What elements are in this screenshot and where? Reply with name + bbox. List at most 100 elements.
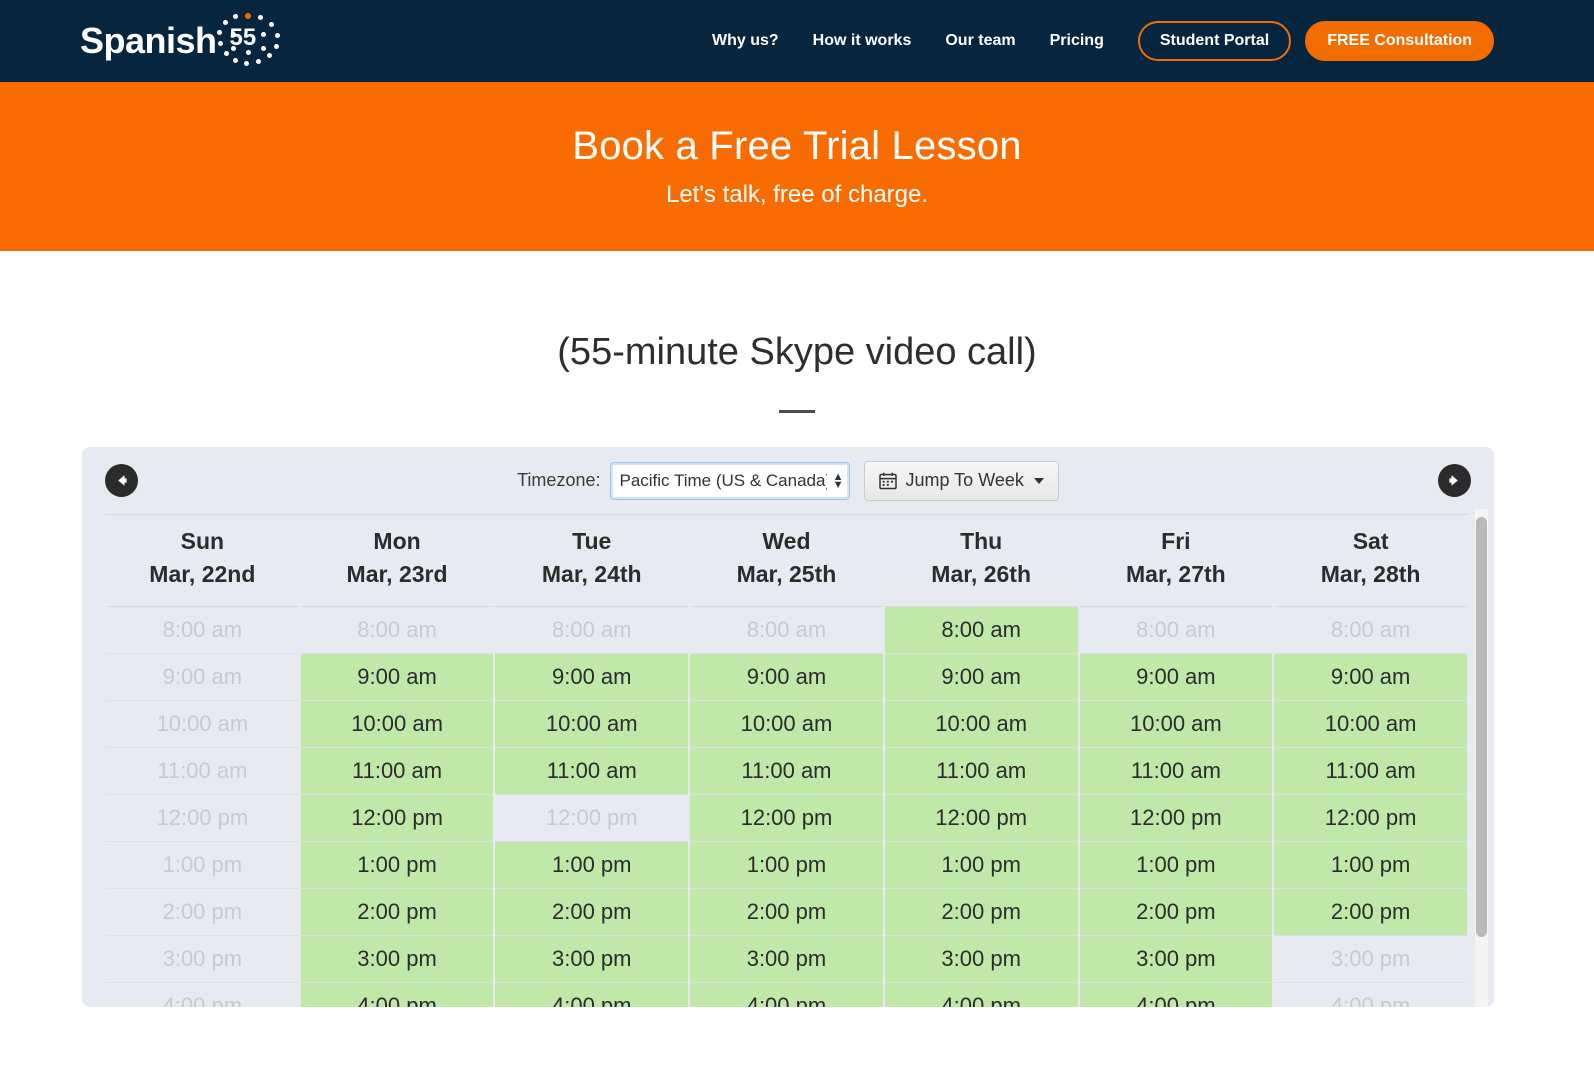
- nav-link-how-it-works[interactable]: How it works: [813, 32, 912, 50]
- logo-wordmark: Spanish: [80, 20, 217, 61]
- hero-banner: Book a Free Trial Lesson Let's talk, fre…: [0, 82, 1594, 251]
- time-slot-unavailable: 8:00 am: [688, 606, 885, 654]
- time-slot-available[interactable]: 11:00 am: [298, 747, 496, 795]
- prev-week-button[interactable]: [105, 464, 138, 497]
- day-header-date: Mar, 25th: [736, 561, 837, 588]
- time-slot-available[interactable]: 4:00 pm: [1077, 982, 1275, 1007]
- availability-table: Sun Mar, 22nd Mon Mar, 23rd Tue Mar, 24th Wed M…: [104, 514, 1469, 1007]
- time-slot-available[interactable]: 11:00 am: [688, 747, 885, 795]
- time-slot-available[interactable]: 2:00 pm: [1077, 888, 1275, 936]
- time-slot-available[interactable]: 1:00 pm: [688, 841, 885, 889]
- time-slot-available[interactable]: 9:00 am: [1077, 653, 1275, 701]
- time-slot-available[interactable]: 3:00 pm: [493, 935, 691, 983]
- time-slot-available[interactable]: 8:00 am: [882, 606, 1080, 654]
- time-slot-available[interactable]: 12:00 pm: [882, 794, 1080, 842]
- time-slot-available[interactable]: 10:00 am: [882, 700, 1080, 748]
- time-slot-unavailable: 10:00 am: [104, 700, 301, 748]
- time-slot-available[interactable]: 3:00 pm: [882, 935, 1080, 983]
- time-slot-available[interactable]: 9:00 am: [493, 653, 691, 701]
- time-slot-available[interactable]: 2:00 pm: [882, 888, 1080, 936]
- section-heading-block: (55-minute Skype video call): [0, 251, 1594, 413]
- time-slot-available[interactable]: 11:00 am: [1272, 747, 1469, 795]
- time-row: 10:00 am 10:00 am 10:00 am 10:00 am 10:00 am…: [104, 700, 1469, 748]
- time-slot-available[interactable]: 4:00 pm: [882, 982, 1080, 1007]
- hero-subtitle: Let's talk, free of charge.: [665, 181, 929, 208]
- time-slot-available[interactable]: 1:00 pm: [882, 841, 1080, 889]
- time-slot-available[interactable]: 4:00 pm: [493, 982, 691, 1007]
- nav-link-our-team[interactable]: Our team: [945, 32, 1015, 50]
- day-header-date: Mar, 22nd: [149, 561, 256, 588]
- time-slot-unavailable: 1:00 pm: [104, 841, 301, 889]
- time-slot-available[interactable]: 10:00 am: [493, 700, 691, 748]
- time-row: 1:00 pm 1:00 pm 1:00 pm 1:00 pm 1:00 pm 1:00 …: [104, 841, 1469, 889]
- time-slot-unavailable: 12:00 pm: [104, 794, 301, 842]
- top-navbar: Spanish 55 Why us? How it works Our team…: [0, 0, 1594, 82]
- time-slot-unavailable: 12:00 pm: [493, 794, 691, 842]
- jump-to-week-button[interactable]: Jump To Week: [864, 460, 1059, 501]
- student-portal-button[interactable]: Student Portal: [1137, 21, 1292, 61]
- time-slot-available[interactable]: 9:00 am: [1272, 653, 1469, 701]
- time-slot-available[interactable]: 11:00 am: [1077, 747, 1275, 795]
- time-slot-available[interactable]: 2:00 pm: [298, 888, 496, 936]
- time-row: 4:00 pm 4:00 pm 4:00 pm 4:00 pm 4:00 pm 4:00 …: [104, 982, 1469, 1007]
- time-slot-unavailable: 8:00 am: [493, 606, 691, 654]
- time-slot-available[interactable]: 1:00 pm: [298, 841, 496, 889]
- time-slot-available[interactable]: 11:00 am: [882, 747, 1080, 795]
- nav-link-why-us[interactable]: Why us?: [712, 32, 779, 50]
- next-week-button[interactable]: [1438, 464, 1471, 497]
- time-slot-available[interactable]: 10:00 am: [688, 700, 885, 748]
- time-slot-unavailable: 3:00 pm: [1272, 935, 1469, 983]
- time-slot-available[interactable]: 10:00 am: [1077, 700, 1275, 748]
- time-slot-available[interactable]: 4:00 pm: [298, 982, 496, 1007]
- time-slot-unavailable: 8:00 am: [104, 606, 301, 654]
- arrow-right-icon: [1449, 475, 1458, 486]
- time-slot-available[interactable]: 3:00 pm: [298, 935, 496, 983]
- calendar-body: Sun Mar, 22nd Mon Mar, 23rd Tue Mar, 24th Wed M…: [82, 514, 1494, 1007]
- time-slot-available[interactable]: 10:00 am: [298, 700, 496, 748]
- time-slot-available[interactable]: 9:00 am: [298, 653, 496, 701]
- availability-calendar: Timezone: Pacific Time (US & Canada) ▲ ▼…: [82, 447, 1494, 1007]
- time-slot-available[interactable]: 10:00 am: [1272, 700, 1469, 748]
- time-row: 2:00 pm 2:00 pm 2:00 pm 2:00 pm 2:00 pm 2:00 …: [104, 888, 1469, 936]
- time-slot-available[interactable]: 2:00 pm: [688, 888, 885, 936]
- time-slot-available[interactable]: 12:00 pm: [1077, 794, 1275, 842]
- time-row: 11:00 am 11:00 am 11:00 am 11:00 am 11:00 am…: [104, 747, 1469, 795]
- time-slot-available[interactable]: 3:00 pm: [1077, 935, 1275, 983]
- time-row: 3:00 pm 3:00 pm 3:00 pm 3:00 pm 3:00 pm 3:00 …: [104, 935, 1469, 983]
- time-slot-available[interactable]: 9:00 am: [882, 653, 1080, 701]
- calendar-scrollbar-thumb[interactable]: [1476, 517, 1487, 937]
- heading-divider: [779, 410, 815, 413]
- time-slot-available[interactable]: 2:00 pm: [1272, 888, 1469, 936]
- day-header-weekday: Sat: [1352, 528, 1389, 554]
- time-slot-unavailable: 9:00 am: [104, 653, 301, 701]
- time-slot-available[interactable]: 1:00 pm: [1077, 841, 1275, 889]
- timezone-select[interactable]: Pacific Time (US & Canada) ▲ ▼: [610, 461, 851, 500]
- time-slot-available[interactable]: 9:00 am: [688, 653, 885, 701]
- calendar-scrollbar[interactable]: [1475, 509, 1488, 1007]
- day-header-sun: Sun Mar, 22nd: [105, 514, 300, 607]
- time-slot-available[interactable]: 12:00 pm: [688, 794, 885, 842]
- nav-link-pricing[interactable]: Pricing: [1050, 32, 1104, 50]
- time-slot-available[interactable]: 1:00 pm: [1272, 841, 1469, 889]
- logo-dot-circle-icon: 55: [213, 10, 285, 72]
- time-row: 8:00 am 8:00 am 8:00 am 8:00 am 8:00 am 8:00 …: [104, 606, 1469, 654]
- time-slot-available[interactable]: 11:00 am: [493, 747, 691, 795]
- select-spinner-icon: ▲ ▼: [832, 470, 844, 491]
- time-slot-available[interactable]: 2:00 pm: [493, 888, 691, 936]
- day-header-weekday: Mon: [373, 528, 421, 554]
- day-header-weekday: Thu: [960, 528, 1003, 554]
- spanish55-logo[interactable]: Spanish 55: [80, 13, 285, 67]
- day-header-date: Mar, 24th: [541, 561, 642, 588]
- time-slot-available[interactable]: 12:00 pm: [298, 794, 496, 842]
- time-slot-available[interactable]: 3:00 pm: [688, 935, 885, 983]
- free-consultation-button[interactable]: FREE Consultation: [1305, 21, 1495, 61]
- time-slot-available[interactable]: 4:00 pm: [688, 982, 885, 1007]
- calendar-icon: [879, 472, 898, 489]
- timezone-selected-value: Pacific Time (US & Canada): [619, 470, 828, 490]
- time-slot-available[interactable]: 12:00 pm: [1272, 794, 1469, 842]
- day-header-weekday: Sun: [180, 528, 225, 554]
- day-header-date: Mar, 26th: [931, 561, 1032, 588]
- time-slot-unavailable: 8:00 am: [1272, 606, 1469, 654]
- time-slot-available[interactable]: 1:00 pm: [493, 841, 691, 889]
- day-header-date: Mar, 28th: [1320, 561, 1421, 588]
